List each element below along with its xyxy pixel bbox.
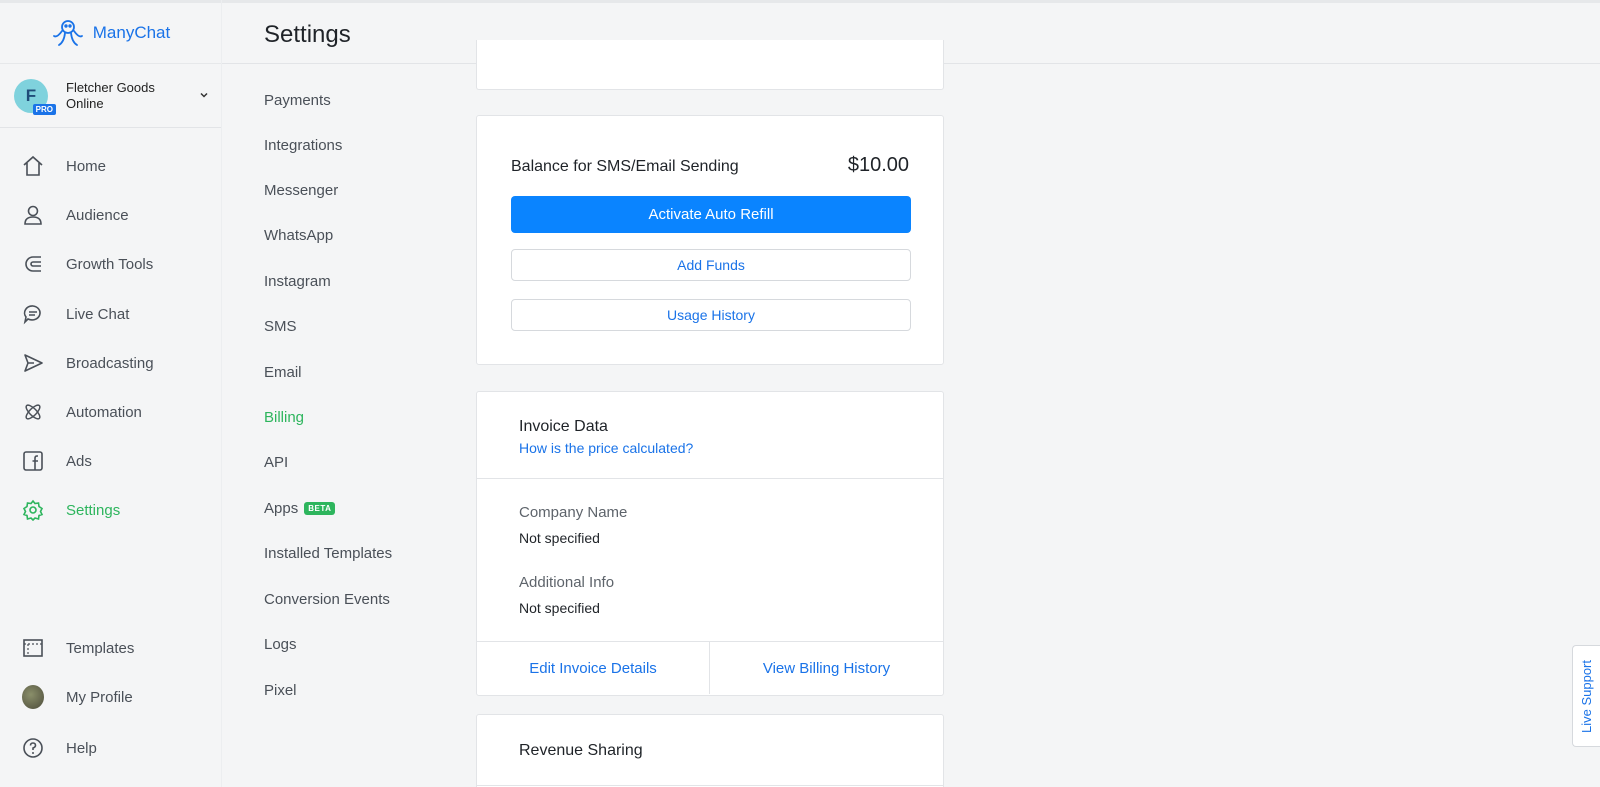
- edit-invoice-details-button[interactable]: Edit Invoice Details: [477, 642, 709, 694]
- facebook-icon: [22, 450, 44, 472]
- price-calculation-link[interactable]: How is the price calculated?: [519, 440, 693, 456]
- nav-item-home[interactable]: Home: [0, 146, 222, 186]
- activate-auto-refill-button[interactable]: Activate Auto Refill: [511, 196, 911, 233]
- divider: [477, 478, 943, 479]
- templates-icon: [22, 637, 44, 659]
- live-support-label: Live Support: [1579, 659, 1594, 733]
- submenu-instagram[interactable]: Instagram: [264, 273, 331, 290]
- balance-label: Balance for SMS/Email Sending: [511, 158, 739, 175]
- help-icon: [22, 737, 44, 759]
- previous-card: [476, 40, 944, 90]
- submenu-payments[interactable]: Payments: [264, 92, 331, 109]
- view-billing-history-button[interactable]: View Billing History: [710, 642, 943, 694]
- nav-label: Audience: [66, 206, 129, 224]
- submenu-sms[interactable]: SMS: [264, 318, 297, 335]
- nav-label: Settings: [66, 501, 121, 519]
- nav-item-automation[interactable]: Automation: [0, 392, 222, 432]
- logo[interactable]: ManyChat: [0, 0, 221, 64]
- submenu-email[interactable]: Email: [264, 364, 302, 381]
- pro-badge: PRO: [32, 103, 56, 115]
- avatar-initial: F: [25, 85, 37, 105]
- submenu-api[interactable]: API: [264, 454, 288, 471]
- balance-amount: $10.00: [847, 154, 909, 176]
- submenu-installed-templates[interactable]: Installed Templates: [264, 545, 392, 562]
- magnet-icon: [22, 253, 44, 275]
- submenu-logs[interactable]: Logs: [264, 636, 297, 653]
- nav-item-ads[interactable]: Ads: [0, 441, 222, 481]
- chat-icon: [22, 303, 44, 325]
- nav-label: Automation: [66, 403, 142, 421]
- sidebar: ManyChat F PRO Fletcher Goods Online Hom…: [0, 0, 222, 787]
- nav-label: Templates: [66, 639, 135, 657]
- profile-picture: [22, 685, 44, 709]
- nav-label: My Profile: [66, 688, 133, 706]
- beta-badge: BETA: [304, 502, 336, 515]
- page-title: Settings: [264, 21, 351, 48]
- nav-item-audience[interactable]: Audience: [0, 195, 222, 235]
- account-switcher[interactable]: F PRO Fletcher Goods Online: [0, 64, 221, 128]
- chevron-down-icon: [200, 92, 208, 98]
- divider: [477, 785, 943, 786]
- send-icon: [22, 352, 44, 374]
- submenu-billing[interactable]: Billing: [264, 409, 304, 426]
- person-icon: [22, 204, 44, 226]
- nav-item-help[interactable]: Help: [0, 728, 222, 768]
- manychat-logo-icon: [52, 20, 83, 46]
- automation-icon: [22, 401, 44, 423]
- nav-item-live-chat[interactable]: Live Chat: [0, 294, 222, 334]
- gear-icon: [22, 499, 44, 521]
- nav-label: Growth Tools: [66, 255, 154, 273]
- account-name: Fletcher Goods Online: [66, 79, 155, 111]
- submenu-apps-label: Apps: [264, 500, 299, 517]
- logo-text: ManyChat: [92, 23, 171, 42]
- balance-card: Balance for SMS/Email Sending $10.00 Act…: [476, 115, 944, 365]
- submenu-messenger[interactable]: Messenger: [264, 182, 338, 199]
- submenu-integrations[interactable]: Integrations: [264, 137, 342, 154]
- nav-label: Home: [66, 157, 107, 175]
- additional-info-value: Not specified: [519, 600, 600, 616]
- nav-item-settings[interactable]: Settings: [0, 490, 222, 530]
- profile-picture-wrap: [22, 685, 44, 709]
- submenu-pixel[interactable]: Pixel: [264, 682, 297, 699]
- nav-label: Broadcasting: [66, 354, 154, 372]
- company-name-label: Company Name: [519, 504, 628, 521]
- usage-history-button[interactable]: Usage History: [511, 299, 911, 331]
- revenue-sharing-card: Revenue Sharing: [476, 714, 944, 787]
- nav-item-broadcasting[interactable]: Broadcasting: [0, 343, 222, 383]
- additional-info-label: Additional Info: [519, 574, 615, 591]
- nav-label: Live Chat: [66, 305, 130, 323]
- account-avatar: F PRO: [14, 78, 56, 115]
- home-icon: [22, 155, 44, 177]
- invoice-title: Invoice Data: [519, 418, 608, 435]
- nav-item-growth-tools[interactable]: Growth Tools: [0, 244, 222, 284]
- invoice-card: Invoice Data How is the price calculated…: [476, 391, 944, 696]
- nav-item-templates[interactable]: Templates: [0, 628, 222, 668]
- submenu-whatsapp[interactable]: WhatsApp: [264, 227, 333, 244]
- nav-label: Ads: [66, 452, 92, 470]
- live-support-button[interactable]: Live Support: [1572, 645, 1600, 747]
- revenue-sharing-title: Revenue Sharing: [519, 742, 643, 759]
- nav-item-my-profile[interactable]: My Profile: [0, 677, 222, 717]
- company-name-value: Not specified: [519, 530, 600, 546]
- submenu-conversion-events[interactable]: Conversion Events: [264, 591, 390, 608]
- add-funds-button[interactable]: Add Funds: [511, 249, 911, 281]
- nav-label: Help: [66, 739, 97, 757]
- submenu-apps[interactable]: Apps BETA: [264, 500, 336, 517]
